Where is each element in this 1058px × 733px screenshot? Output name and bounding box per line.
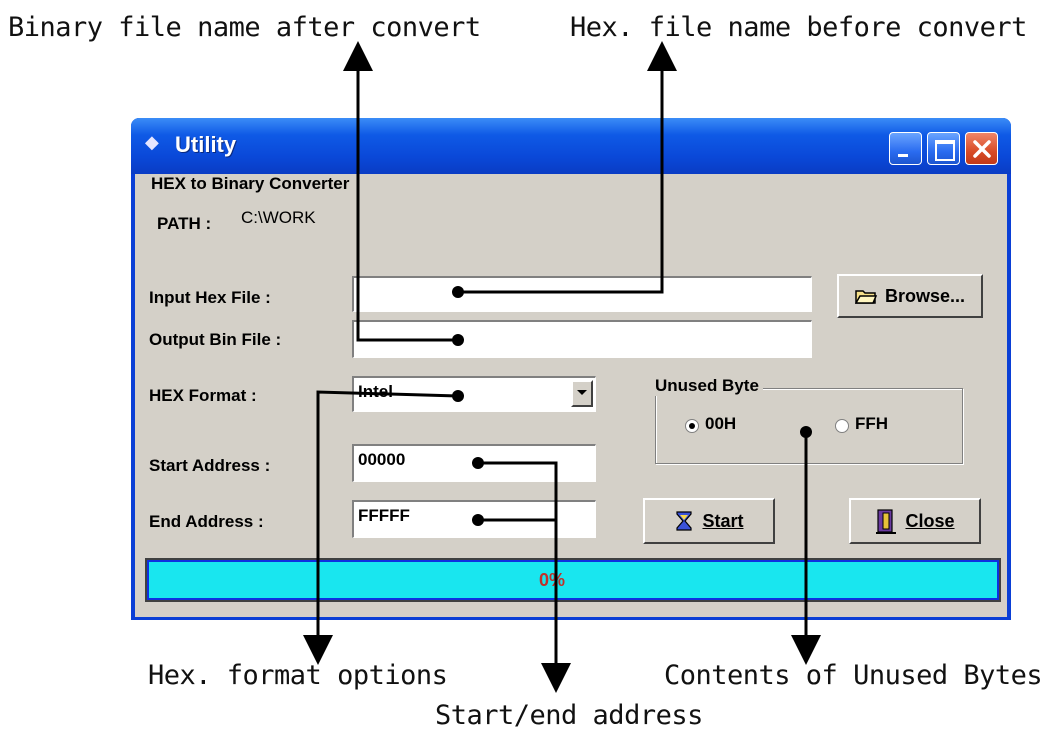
arrow-hex-name <box>458 41 677 294</box>
arrow-binary-name <box>343 41 458 342</box>
callout-lines <box>303 41 821 693</box>
arrow-start-end <box>478 461 571 693</box>
arrow-hex-format <box>303 390 459 665</box>
